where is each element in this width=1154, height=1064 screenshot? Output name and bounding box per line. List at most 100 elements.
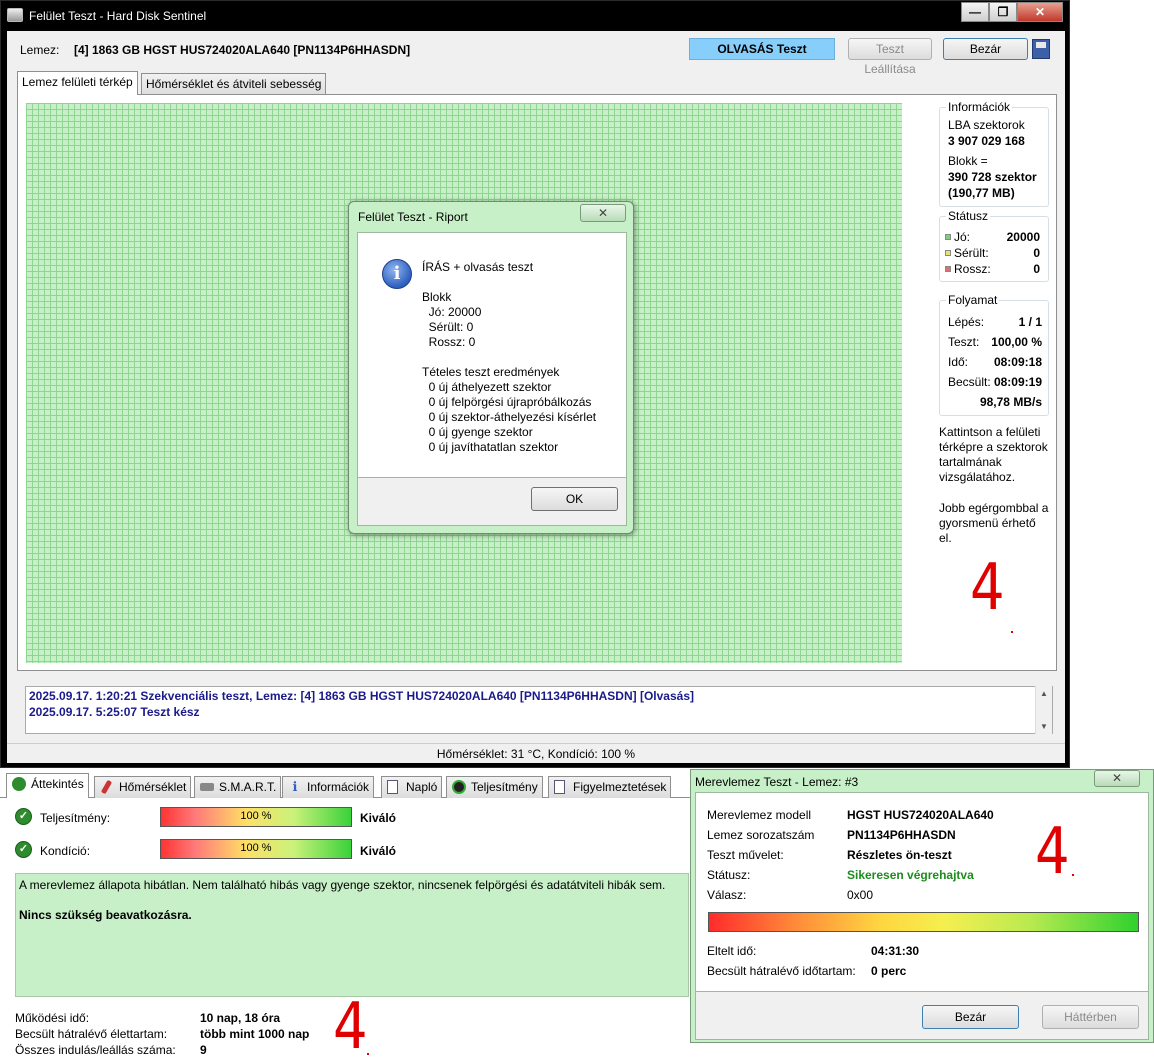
health-summary-text: A merevlemez állapota hibátlan. Nem talá… bbox=[19, 878, 666, 892]
report-footer: OK bbox=[357, 478, 627, 526]
damaged-legend-swatch bbox=[945, 250, 951, 256]
condition-check-icon: ✓ bbox=[15, 841, 32, 858]
info-group: Információk LBA szektorok 3 907 029 168 … bbox=[939, 100, 1049, 207]
estimated-value: 08:09:19 bbox=[993, 375, 1042, 389]
bad-legend-swatch bbox=[945, 266, 951, 272]
disk-label: Lemez: bbox=[20, 43, 60, 57]
performance-bar: 100 % bbox=[160, 807, 352, 827]
report-line: Sérült: 0 bbox=[422, 320, 474, 334]
document-icon bbox=[387, 780, 398, 794]
log-entry: 2025.09.17. 5:25:07 Teszt kész bbox=[29, 705, 200, 719]
damaged-value: 0 bbox=[1033, 246, 1040, 260]
lba-label: LBA szektorok bbox=[948, 118, 1025, 132]
report-line: 0 új gyenge szektor bbox=[422, 425, 533, 439]
tab-surface-map[interactable]: Lemez felületi térkép bbox=[17, 71, 138, 95]
ok-button[interactable]: OK bbox=[531, 487, 618, 511]
scroll-up-icon[interactable]: ▲ bbox=[1040, 689, 1048, 698]
gauge-icon bbox=[452, 780, 466, 794]
response-value: 0x00 bbox=[847, 888, 874, 902]
report-line: Rossz: 0 bbox=[422, 335, 476, 349]
block-size: (190,77 MB) bbox=[948, 186, 1015, 200]
check-icon bbox=[12, 777, 26, 791]
block-label: Blokk = bbox=[948, 154, 988, 168]
report-line: 0 új áthelyezett szektor bbox=[422, 380, 552, 394]
elapsed-time-value: 04:31:30 bbox=[871, 944, 920, 958]
elapsed-label: Idő: bbox=[948, 355, 969, 369]
handwritten-annotation: 4 bbox=[1035, 815, 1070, 889]
disk-name: [4] 1863 GB HGST HUS724020ALA640 [PN1134… bbox=[74, 43, 411, 57]
minimize-button[interactable]: — bbox=[961, 2, 989, 22]
report-close-button[interactable]: ✕ bbox=[580, 204, 626, 222]
selftest-dialog-title: Merevlemez Teszt - Lemez: #3 bbox=[695, 775, 859, 789]
window-close-button[interactable]: ✕ bbox=[1017, 2, 1063, 22]
window-title: Felület Teszt - Hard Disk Sentinel bbox=[29, 9, 207, 23]
report-body: i ÍRÁS + olvasás teszt Blokk Jó: 20000 S… bbox=[357, 232, 627, 478]
step-label: Lépés: bbox=[948, 315, 985, 329]
elapsed-value: 08:09:18 bbox=[993, 355, 1042, 369]
maximize-button[interactable]: ❐ bbox=[989, 2, 1017, 22]
handwritten-annotation: 4 bbox=[970, 551, 1005, 625]
read-test-indicator: OLVASÁS Teszt bbox=[689, 38, 835, 60]
click-hint: Kattintson a felületi térképre a szektor… bbox=[939, 425, 1048, 484]
start-stop-count-label: Összes indulás/leállás száma: bbox=[15, 1043, 176, 1057]
bad-value: 0 bbox=[1033, 262, 1040, 276]
good-legend-swatch bbox=[945, 234, 951, 240]
tab-alerts[interactable]: Figyelmeztetések bbox=[548, 776, 672, 798]
report-dialog: Felület Teszt - Riport ✕ i ÍRÁS + olvasá… bbox=[348, 201, 634, 534]
tab-performance[interactable]: Teljesítmény bbox=[446, 776, 543, 798]
performance-rating: Kiváló bbox=[360, 811, 397, 825]
tab-log[interactable]: Napló bbox=[381, 776, 443, 798]
lba-value: 3 907 029 168 bbox=[948, 134, 1025, 148]
remaining-time-label: Becsült hátralévő időtartam: bbox=[707, 964, 856, 978]
close-button[interactable]: Bezár bbox=[943, 38, 1028, 60]
start-stop-count-value: 9 bbox=[200, 1043, 207, 1057]
serial-label: Lemez sorozatszám bbox=[707, 828, 815, 842]
model-value: HGST HUS724020ALA640 bbox=[847, 808, 994, 822]
test-operation-label: Teszt művelet: bbox=[707, 848, 784, 862]
tab-information[interactable]: ℹ Információk bbox=[282, 776, 375, 798]
annotation-dot bbox=[1072, 874, 1074, 876]
uptime-value: 10 nap, 18 óra bbox=[200, 1011, 281, 1025]
action-text: Nincs szükség beavatkozásra. bbox=[19, 908, 192, 922]
test-percent-label: Teszt: bbox=[948, 335, 980, 349]
selftest-body: Merevlemez modell HGST HUS724020ALA640 L… bbox=[695, 792, 1149, 992]
scroll-down-icon[interactable]: ▼ bbox=[1040, 722, 1048, 731]
main-titlebar[interactable]: Felület Teszt - Hard Disk Sentinel — ❐ ✕ bbox=[1, 1, 1069, 31]
tab-temperature-transfer[interactable]: Hőmérséklet és átviteli sebesség bbox=[141, 73, 327, 95]
progress-group-title: Folyamat bbox=[946, 293, 1000, 307]
selftest-footer: Bezár Háttérben bbox=[695, 992, 1149, 1040]
tab-temperature[interactable]: Hőmérséklet bbox=[94, 776, 192, 798]
thermometer-icon bbox=[100, 779, 113, 795]
selftest-close-action-button[interactable]: Bezár bbox=[922, 1005, 1019, 1029]
performance-check-icon: ✓ bbox=[15, 808, 32, 825]
performance-label: Teljesítmény: bbox=[40, 811, 111, 825]
selftest-close-button[interactable]: ✕ bbox=[1094, 770, 1140, 787]
annotation-dot bbox=[1011, 631, 1013, 633]
damaged-label: Sérült: bbox=[954, 246, 989, 260]
tab-smart[interactable]: S.M.A.R.T. bbox=[194, 776, 282, 798]
test-operation-value: Részletes ön-teszt bbox=[847, 848, 952, 862]
remaining-life-value: több mint 1000 nap bbox=[200, 1027, 310, 1041]
background-button[interactable]: Háttérben bbox=[1042, 1005, 1139, 1029]
remaining-time-value: 0 perc bbox=[871, 964, 907, 978]
report-line: 0 új szektor-áthelyezési kísérlet bbox=[422, 410, 597, 424]
stop-test-button[interactable]: Teszt Leállítása bbox=[848, 38, 932, 76]
status-group-title: Státusz bbox=[946, 209, 991, 223]
report-test-type: ÍRÁS + olvasás teszt bbox=[422, 260, 534, 274]
save-icon[interactable] bbox=[1032, 39, 1050, 59]
annotation-dot bbox=[367, 1053, 369, 1055]
model-label: Merevlemez modell bbox=[707, 808, 812, 822]
log-list[interactable]: 2025.09.17. 1:20:21 Szekvenciális teszt,… bbox=[25, 686, 1053, 734]
tab-overview[interactable]: Áttekintés bbox=[6, 773, 89, 798]
good-value: 20000 bbox=[1006, 230, 1040, 244]
handwritten-annotation: 4 bbox=[333, 990, 368, 1064]
block-sectors: 390 728 szektor bbox=[948, 170, 1037, 184]
hard-drive-icon bbox=[200, 783, 214, 791]
condition-label: Kondíció: bbox=[40, 844, 91, 858]
report-dialog-title: Felület Teszt - Riport bbox=[358, 210, 468, 224]
serial-value: PN1134P6HHASDN bbox=[847, 828, 956, 842]
transfer-speed: 98,78 MB/s bbox=[979, 395, 1042, 409]
log-scrollbar[interactable]: ▲ ▼ bbox=[1035, 686, 1052, 734]
health-summary-box: A merevlemez állapota hibátlan. Nem talá… bbox=[15, 873, 689, 997]
progress-group: Folyamat Lépés: 1 / 1 Teszt: 100,00 % Id… bbox=[939, 293, 1049, 416]
